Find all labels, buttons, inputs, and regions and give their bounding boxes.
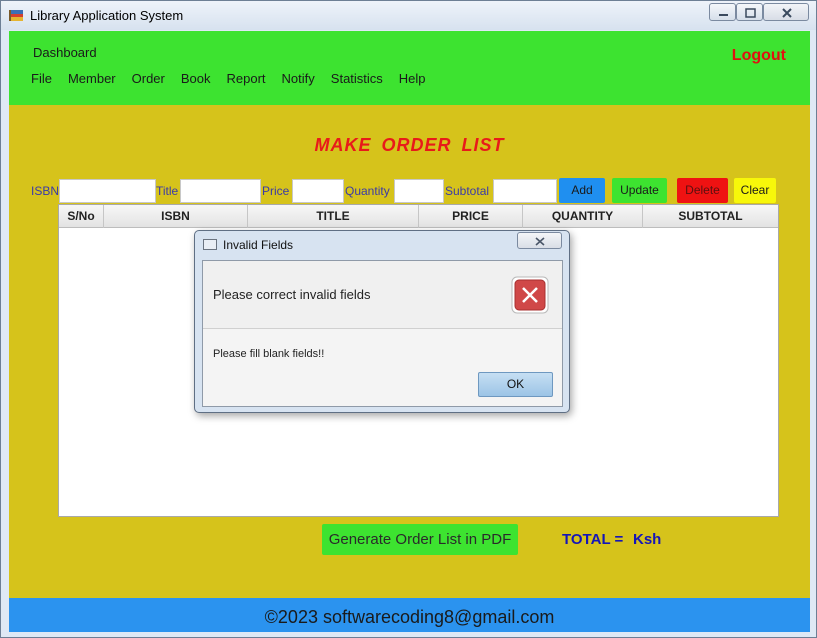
error-icon: [511, 276, 549, 314]
title-input[interactable]: [180, 179, 261, 203]
dialog-close-button[interactable]: [517, 232, 562, 249]
menu-help[interactable]: Help: [391, 71, 434, 89]
quantity-input[interactable]: [394, 179, 444, 203]
window-title: Library Application System: [30, 8, 184, 23]
dialog-window-icon: [203, 239, 217, 250]
menu-notify[interactable]: Notify: [274, 71, 323, 89]
column-isbn[interactable]: ISBN: [104, 205, 248, 228]
dashboard-link[interactable]: Dashboard: [33, 45, 97, 60]
footer-text: ©2023 softwarecoding8@gmail.com: [264, 607, 555, 627]
ok-button[interactable]: OK: [478, 372, 553, 397]
column-subtotal[interactable]: SUBTOTAL: [643, 205, 778, 228]
column-quantity[interactable]: QUANTITY: [523, 205, 643, 228]
generate-pdf-button[interactable]: Generate Order List in PDF: [322, 524, 518, 555]
dialog-header: Please correct invalid fields: [203, 261, 562, 329]
close-icon: [535, 237, 545, 246]
clear-button[interactable]: Clear: [734, 178, 776, 203]
table-header: S/No ISBN TITLE PRICE QUANTITY SUBTOTAL: [59, 205, 778, 228]
title-bar: Library Application System: [1, 1, 816, 30]
price-label: Price: [262, 184, 290, 198]
logout-button[interactable]: Logout: [732, 47, 786, 65]
quantity-label: Quantity: [345, 184, 390, 198]
menu-file[interactable]: File: [23, 71, 60, 89]
window-close-button[interactable]: [763, 3, 809, 21]
minimize-icon: [719, 14, 728, 16]
column-title[interactable]: TITLE: [248, 205, 419, 228]
add-button[interactable]: Add: [559, 178, 605, 203]
title-label: Title: [156, 184, 179, 198]
subtotal-label: Subtotal: [445, 184, 490, 198]
maximize-button[interactable]: [736, 3, 763, 21]
subtotal-input[interactable]: [493, 179, 557, 203]
total-label: TOTAL =: [562, 531, 624, 548]
dialog-heading: Please correct invalid fields: [213, 287, 371, 302]
isbn-label: ISBN: [31, 184, 60, 198]
dialog-body: Please correct invalid fields Please fil…: [202, 260, 563, 407]
page-title: MAKE ORDER LIST: [314, 135, 505, 155]
minimize-button[interactable]: [709, 3, 736, 21]
menu-bar: File Member Order Book Report Notify Sta…: [23, 71, 434, 89]
maximize-icon: [745, 8, 756, 18]
menu-book[interactable]: Book: [173, 71, 219, 89]
menu-report[interactable]: Report: [219, 71, 274, 89]
dialog-message: Please fill blank fields!!: [213, 348, 325, 360]
isbn-input[interactable]: [59, 179, 156, 203]
column-sno[interactable]: S/No: [59, 205, 104, 228]
price-input[interactable]: [292, 179, 344, 203]
total-value: Ksh: [633, 531, 662, 548]
menu-member[interactable]: Member: [60, 71, 124, 89]
delete-button[interactable]: Delete: [677, 178, 728, 203]
books-icon: [9, 10, 23, 21]
close-icon: [782, 8, 792, 18]
menu-statistics[interactable]: Statistics: [323, 71, 391, 89]
invalid-fields-dialog: Invalid Fields Please correct invalid fi…: [194, 230, 570, 413]
column-price[interactable]: PRICE: [419, 205, 523, 228]
header-bar: Dashboard File Member Order Book Report …: [9, 31, 810, 105]
dialog-title: Invalid Fields: [223, 238, 294, 252]
footer-bar: ©2023 softwarecoding8@gmail.com: [9, 598, 810, 632]
menu-order[interactable]: Order: [124, 71, 173, 89]
update-button[interactable]: Update: [612, 178, 667, 203]
